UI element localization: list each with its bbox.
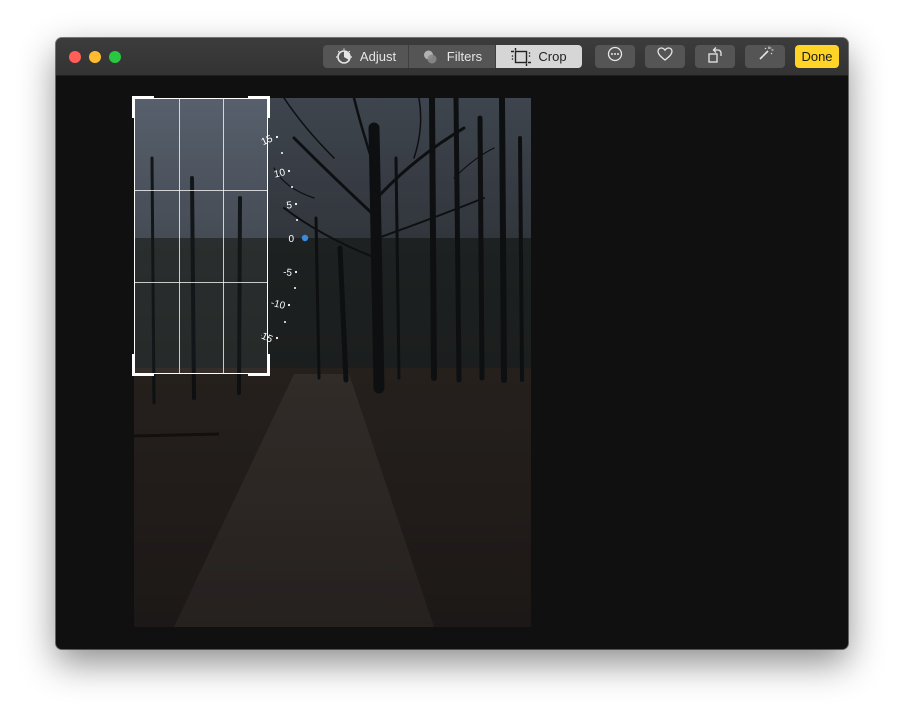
rotate-button[interactable] (695, 45, 735, 68)
zoom-window-button[interactable] (109, 51, 121, 63)
dial-tick-label: -15 (261, 329, 275, 345)
tab-adjust-label: Adjust (359, 49, 397, 64)
minimize-window-button[interactable] (89, 51, 101, 63)
edit-mode-tabs: Adjust Filters Crop (323, 45, 582, 68)
auto-enhance-button[interactable] (745, 45, 785, 68)
tab-crop-label: Crop (538, 49, 567, 64)
straighten-dial[interactable]: 15 10 5 0 -5 -10 -15 (261, 98, 331, 374)
crop-grid-line (223, 99, 224, 373)
favorite-button[interactable] (645, 45, 685, 68)
crop-handle-bottom-left[interactable] (132, 354, 154, 376)
adjust-dial-icon (335, 48, 353, 66)
tab-crop[interactable]: Crop (496, 45, 582, 68)
tab-filters-label: Filters (446, 49, 483, 64)
close-window-button[interactable] (69, 51, 81, 63)
magic-wand-icon (756, 45, 774, 68)
more-options-icon (607, 46, 623, 67)
dial-tick-label: -5 (283, 267, 293, 279)
dial-value-indicator[interactable] (301, 234, 309, 242)
dial-tick-label: 5 (286, 200, 293, 212)
crop-frame[interactable] (132, 96, 270, 376)
crop-grid-line (135, 282, 267, 283)
photo-canvas: 15 10 5 0 -5 -10 -15 (56, 76, 848, 649)
rotate-icon (707, 45, 723, 68)
dial-tick-label: 0 (288, 234, 294, 245)
dial-tick-label: 15 (261, 133, 275, 148)
dial-tick-label: -10 (270, 298, 287, 312)
crop-handle-top-left[interactable] (132, 96, 154, 118)
tab-filters[interactable]: Filters (409, 45, 496, 68)
more-options-button[interactable] (595, 45, 635, 68)
crop-dim-bottom (134, 374, 531, 627)
heart-icon (657, 47, 673, 66)
crop-grid-line (135, 190, 267, 191)
crop-icon (511, 47, 532, 66)
tab-adjust[interactable]: Adjust (323, 45, 409, 68)
crop-grid-line (179, 99, 180, 373)
filters-circles-icon (422, 49, 440, 65)
dial-tick-label: 10 (273, 167, 287, 180)
titlebar: Adjust Filters Crop Done (56, 38, 848, 76)
done-button[interactable]: Done (795, 45, 839, 68)
photos-edit-window: Adjust Filters Crop Done 15 10 5 0 -5 -1… (56, 38, 848, 649)
